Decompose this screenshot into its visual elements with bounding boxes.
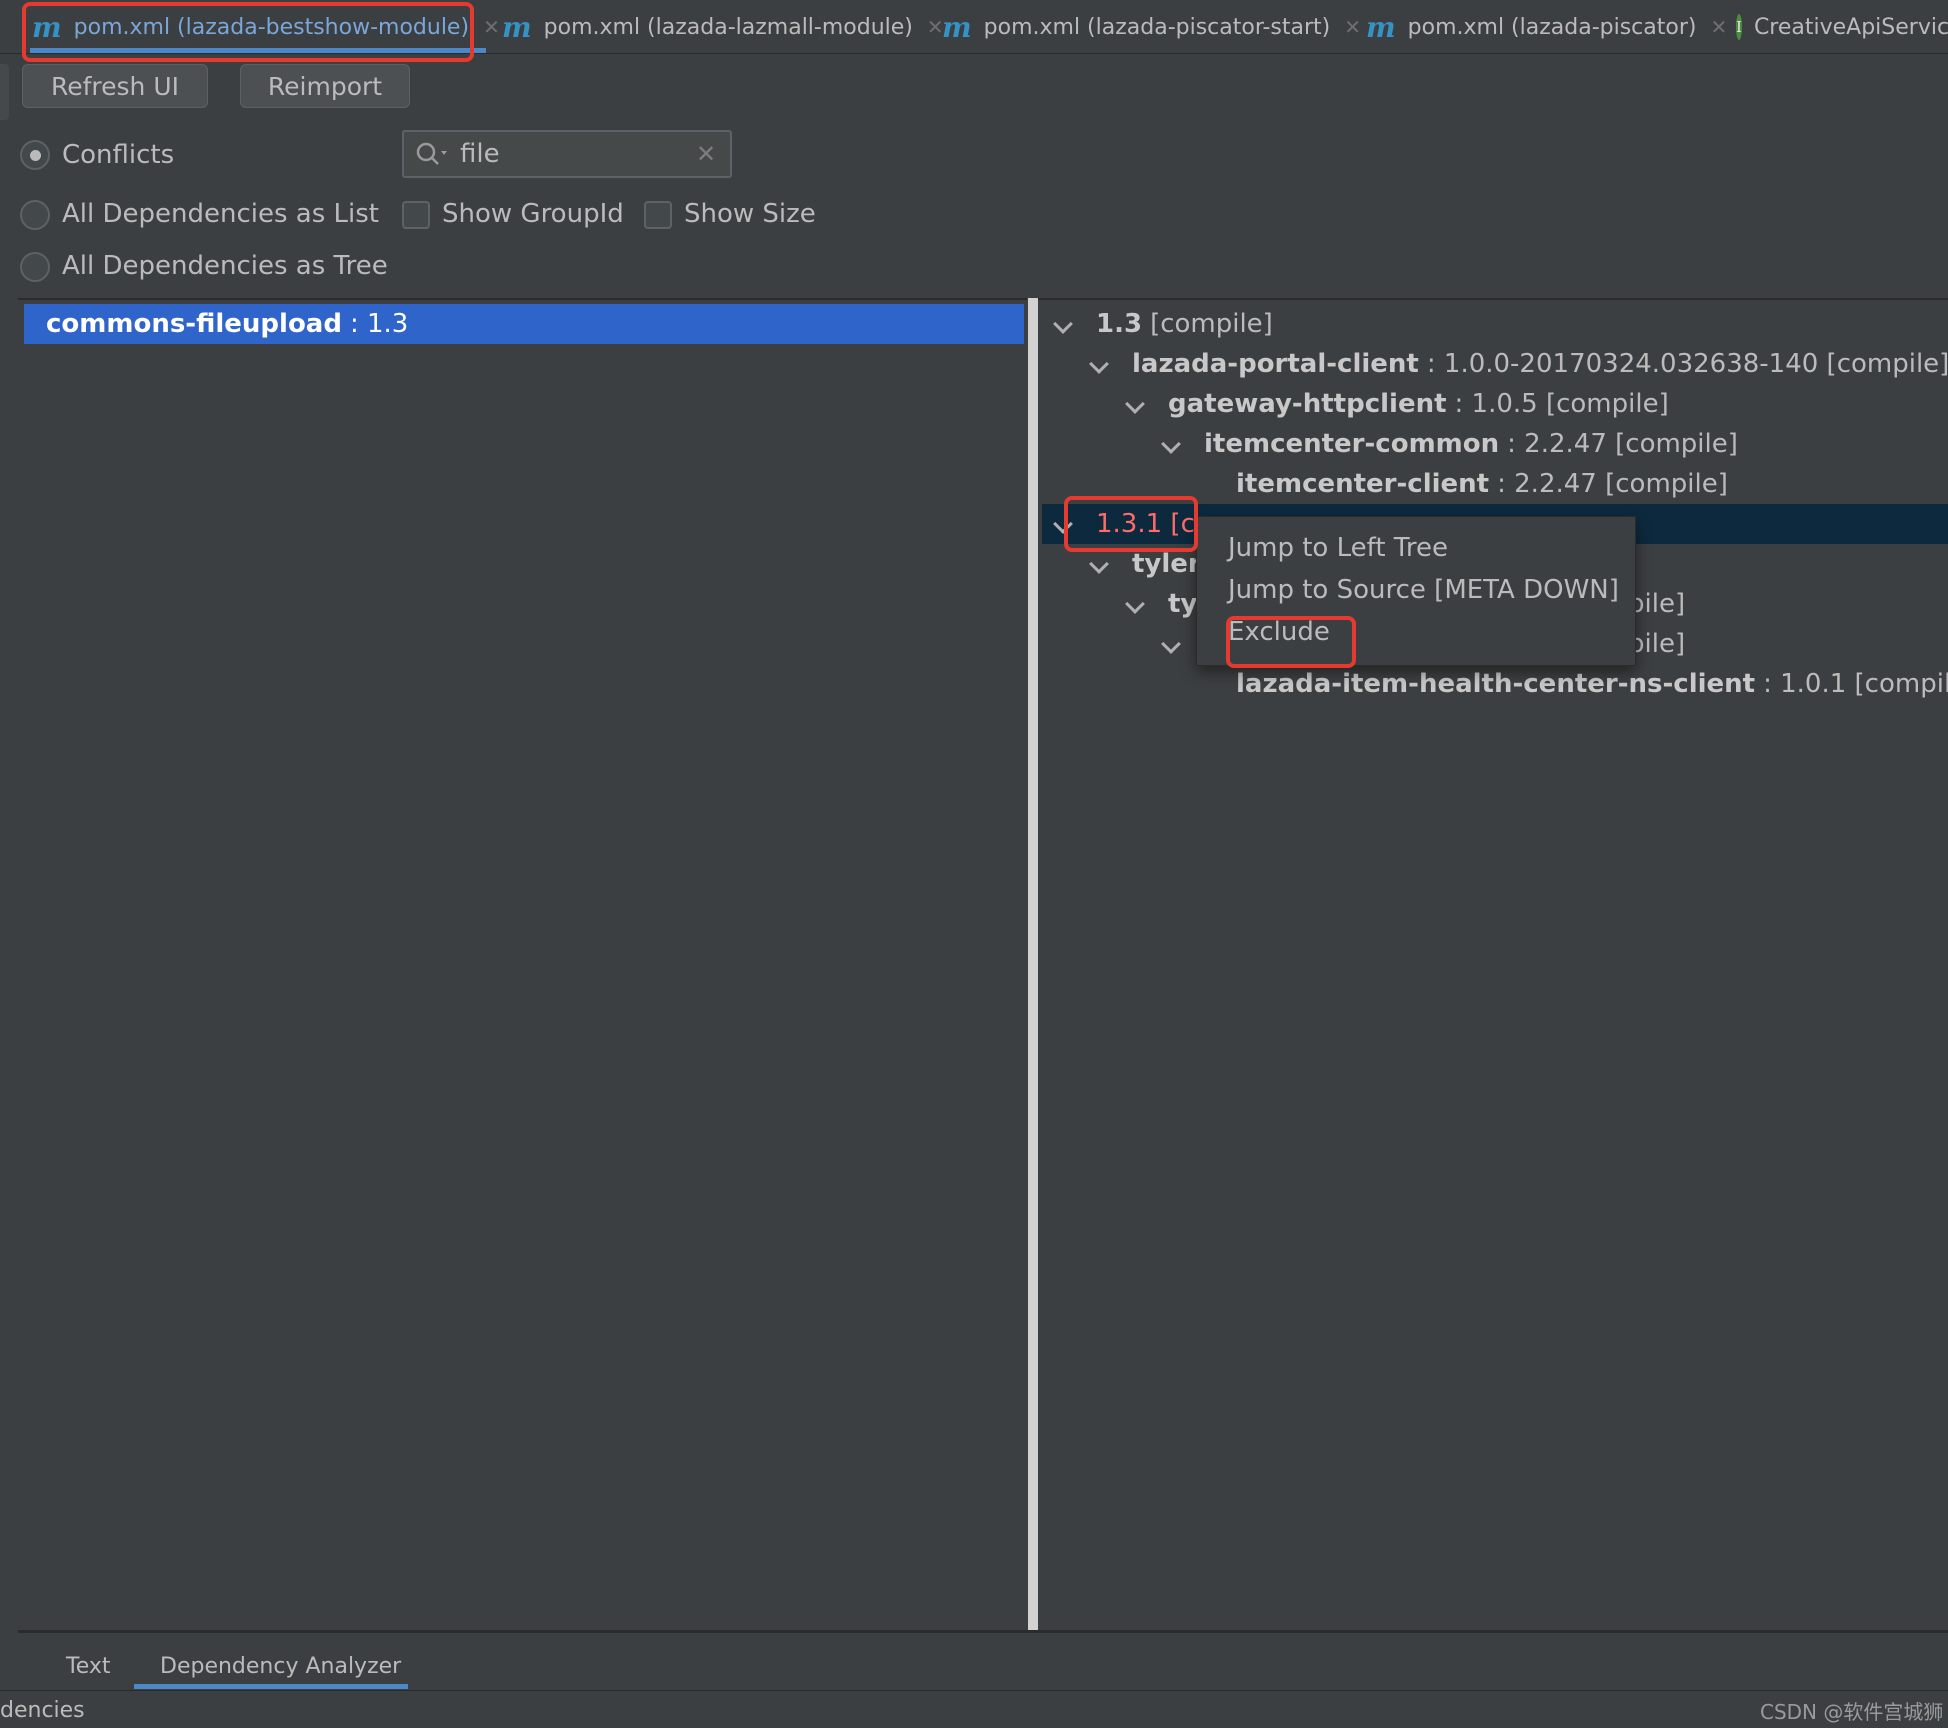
- maven-icon: m: [502, 10, 532, 44]
- tab-label: CreativeApiServic: [1753, 14, 1948, 40]
- tree-node-name: 1.3: [1096, 309, 1143, 339]
- show-size-label: Show Size: [684, 199, 816, 229]
- conflicts-radio[interactable]: [20, 140, 50, 170]
- artifact-version: : 1.3: [349, 309, 409, 339]
- tree-label: All Dependencies as Tree: [62, 251, 388, 281]
- tree-node-detail: [compile]: [1150, 309, 1273, 339]
- chevron-down-icon[interactable]: [1053, 514, 1073, 534]
- maven-icon: m: [1366, 10, 1396, 44]
- tab-dependency-analyzer[interactable]: Dependency Analyzer: [160, 1646, 401, 1686]
- tree-node-detail: : 2.2.47 [compile]: [1497, 469, 1728, 499]
- search-input[interactable]: [460, 136, 680, 172]
- tree-node-detail: : 2.2.47 [compile]: [1507, 429, 1738, 459]
- search-icon: [416, 142, 447, 165]
- tree-row[interactable]: lazada-portal-client : 1.0.0-20170324.03…: [1089, 344, 1948, 384]
- list-item-selected[interactable]: commons-fileupload : 1.3: [24, 304, 1024, 344]
- maven-icon: m: [32, 10, 62, 44]
- panel-splitter[interactable]: [1028, 298, 1038, 1632]
- status-text: dencies: [0, 1698, 85, 1723]
- tree-node-name: lazada-item-health-center-ns-client: [1236, 669, 1756, 699]
- close-icon[interactable]: ✕: [483, 15, 500, 39]
- tree-radio[interactable]: [20, 252, 50, 282]
- chevron-down-icon[interactable]: [1089, 554, 1109, 574]
- artifact-name: commons-fileupload: [46, 309, 342, 339]
- menu-item-jump-left-tree[interactable]: Jump to Left Tree: [1228, 530, 1448, 566]
- tab-label: pom.xml (lazada-piscator): [1407, 14, 1697, 40]
- show-groupid-label: Show GroupId: [442, 199, 624, 229]
- tree-node-detail: : 1.0.0-20170324.032638-140 [compile]: [1426, 349, 1948, 379]
- tree-row[interactable]: itemcenter-client : 2.2.47 [compile]: [1236, 464, 1728, 504]
- clear-search-icon[interactable]: ✕: [696, 140, 716, 168]
- refresh-ui-button[interactable]: Refresh UI: [22, 64, 208, 108]
- menu-item-exclude[interactable]: Exclude: [1228, 614, 1330, 650]
- tree-row[interactable]: lazada-item-health-center-ns-client : 1.…: [1236, 664, 1948, 704]
- tab-label: pom.xml (lazada-bestshow-module): [73, 14, 470, 40]
- chevron-down-icon[interactable]: [1125, 594, 1145, 614]
- active-tab-indicator: [30, 48, 486, 53]
- tab-text[interactable]: Text: [66, 1646, 111, 1686]
- close-icon[interactable]: ✕: [1710, 15, 1727, 39]
- reimport-button[interactable]: Reimport: [240, 64, 410, 108]
- show-groupid-checkbox[interactable]: [402, 201, 430, 229]
- status-bar: [0, 1690, 1948, 1728]
- conflicts-list-panel: [18, 298, 1027, 1632]
- chevron-down-icon[interactable]: [1125, 394, 1145, 414]
- tree-node-detail-partial: pile]: [1628, 589, 1686, 619]
- chevron-down-icon[interactable]: [1053, 314, 1073, 334]
- left-gutter-handle: [0, 64, 9, 120]
- close-icon[interactable]: ✕: [1344, 15, 1361, 39]
- tab-label: pom.xml (lazada-piscator-start): [983, 14, 1331, 40]
- maven-icon: m: [942, 10, 972, 44]
- tree-node-name: lazada-portal-client: [1132, 349, 1419, 379]
- tab-pom-piscator-start[interactable]: m pom.xml (lazada-piscator-start) ✕: [942, 0, 1361, 54]
- conflict-version: 1.3.1 [co: [1096, 509, 1211, 539]
- conflicts-label: Conflicts: [62, 140, 175, 170]
- tab-pom-bestshow-module[interactable]: m pom.xml (lazada-bestshow-module) ✕: [32, 0, 500, 54]
- chevron-down-icon[interactable]: [1161, 634, 1181, 654]
- tree-node-detail: : 1.0.1 [compile]: [1763, 669, 1948, 699]
- watermark-text: CSDN @软件宫城狮: [1760, 1700, 1944, 1724]
- chevron-down-icon[interactable]: [1089, 354, 1109, 374]
- tab-creative-api-service[interactable]: I CreativeApiServic: [1736, 0, 1948, 54]
- active-bottom-tab-indicator: [134, 1684, 408, 1689]
- tree-row[interactable]: gateway-httpclient : 1.0.5 [compile]: [1125, 384, 1669, 424]
- tab-label: pom.xml (lazada-lazmall-module): [543, 14, 913, 40]
- tree-node-detail: : 1.0.5 [compile]: [1454, 389, 1669, 419]
- menu-item-jump-to-source[interactable]: Jump to Source [META DOWN]: [1228, 572, 1619, 608]
- tree-row-conflict[interactable]: 1.3.1 [co: [1053, 504, 1211, 544]
- list-label: All Dependencies as List: [62, 199, 379, 229]
- tree-node-name: itemcenter-client: [1236, 469, 1490, 499]
- tab-pom-piscator[interactable]: m pom.xml (lazada-piscator) ✕: [1366, 0, 1727, 54]
- tree-node-name: gateway-httpclient: [1168, 389, 1447, 419]
- tree-row[interactable]: 1.3 [compile]: [1053, 304, 1273, 344]
- tree-row[interactable]: [1161, 624, 1181, 664]
- interface-icon: I: [1736, 14, 1742, 40]
- list-radio[interactable]: [20, 200, 50, 230]
- tree-row[interactable]: itemcenter-common : 2.2.47 [compile]: [1161, 424, 1738, 464]
- radio-selected-dot: [29, 149, 41, 161]
- tab-pom-lazmall-module[interactable]: m pom.xml (lazada-lazmall-module) ✕: [502, 0, 944, 54]
- panel-divider: [18, 1630, 1948, 1633]
- chevron-down-icon[interactable]: [1161, 434, 1181, 454]
- tree-node-name: itemcenter-common: [1204, 429, 1500, 459]
- tree-node-detail-partial: pile]: [1628, 629, 1686, 659]
- show-size-checkbox[interactable]: [644, 201, 672, 229]
